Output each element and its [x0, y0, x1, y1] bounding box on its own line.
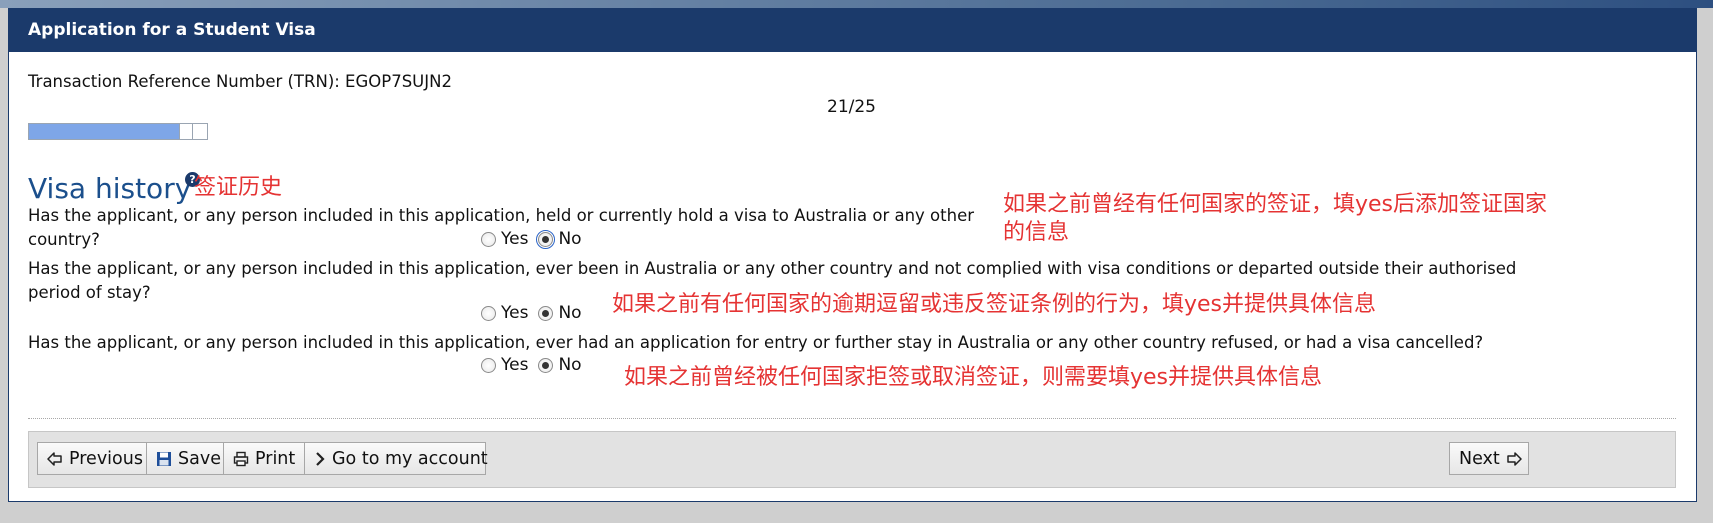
question-1-annotation: 如果之前曾经有任何国家的签证，填yes后添加签证国家 — [1003, 192, 1548, 217]
window-title: Application for a Student Visa — [9, 9, 1696, 52]
question-1-no-label: No — [558, 229, 582, 249]
question-3-annotation: 如果之前曾经被任何国家拒签或取消签证，则需要填yes并提供具体信息 — [624, 365, 1323, 390]
question-2-options: Yes No — [481, 303, 592, 323]
page-counter: 21/25 — [827, 97, 876, 117]
navigation-bar: Previous Save Print Go to my account Nex… — [28, 431, 1676, 488]
section-annotation: 签证历史 — [194, 175, 283, 200]
previous-button-label: Previous — [69, 448, 143, 469]
question-3-yes-label: Yes — [501, 355, 529, 375]
progress-segment — [179, 124, 180, 139]
question-3-yes-radio[interactable] — [481, 357, 496, 373]
question-1-yes-radio[interactable] — [481, 231, 496, 247]
printer-icon — [233, 451, 249, 467]
trn-label: Transaction Reference Number (TRN): EGOP… — [28, 72, 452, 91]
application-window: Application for a Student Visa Transacti… — [8, 8, 1697, 502]
question-2-yes-label: Yes — [501, 303, 529, 323]
chevron-right-icon — [314, 451, 326, 467]
question-1-annotation-cont: 的信息 — [1003, 220, 1070, 245]
question-3-no-radio[interactable] — [538, 357, 554, 373]
floppy-disk-icon — [156, 451, 172, 467]
question-1-no-radio[interactable] — [536, 229, 556, 249]
arrow-left-icon — [47, 451, 63, 467]
question-3-text: Has the applicant, or any person include… — [28, 333, 1484, 352]
go-to-my-account-button[interactable]: Go to my account — [304, 442, 488, 475]
next-button[interactable]: Next — [1449, 442, 1529, 475]
print-button-label: Print — [255, 448, 296, 469]
previous-button[interactable]: Previous — [37, 442, 147, 475]
question-2-no-radio[interactable] — [538, 305, 554, 321]
next-button-label: Next — [1459, 448, 1500, 469]
question-1-yes-label: Yes — [501, 229, 529, 249]
section-divider — [28, 418, 1676, 419]
question-3-options: Yes No — [481, 355, 592, 375]
arrow-right-icon — [1506, 451, 1522, 467]
section-title: Visa history — [28, 172, 192, 205]
question-2-yes-radio[interactable] — [481, 305, 496, 321]
question-1-options: Yes No — [481, 229, 592, 249]
progress-bar — [28, 123, 208, 140]
question-3-no-label: No — [558, 355, 582, 375]
progress-segment — [192, 124, 193, 139]
print-button[interactable]: Print — [223, 442, 305, 475]
question-2-no-label: No — [558, 303, 582, 323]
account-button-label: Go to my account — [332, 448, 488, 469]
question-2-annotation: 如果之前有任何国家的逾期逗留或违反签证条例的行为，填yes并提供具体信息 — [612, 292, 1377, 317]
progress-bar-fill — [29, 124, 179, 139]
top-gradient-bar — [0, 0, 1713, 8]
save-button[interactable]: Save — [146, 442, 224, 475]
save-button-label: Save — [178, 448, 221, 469]
